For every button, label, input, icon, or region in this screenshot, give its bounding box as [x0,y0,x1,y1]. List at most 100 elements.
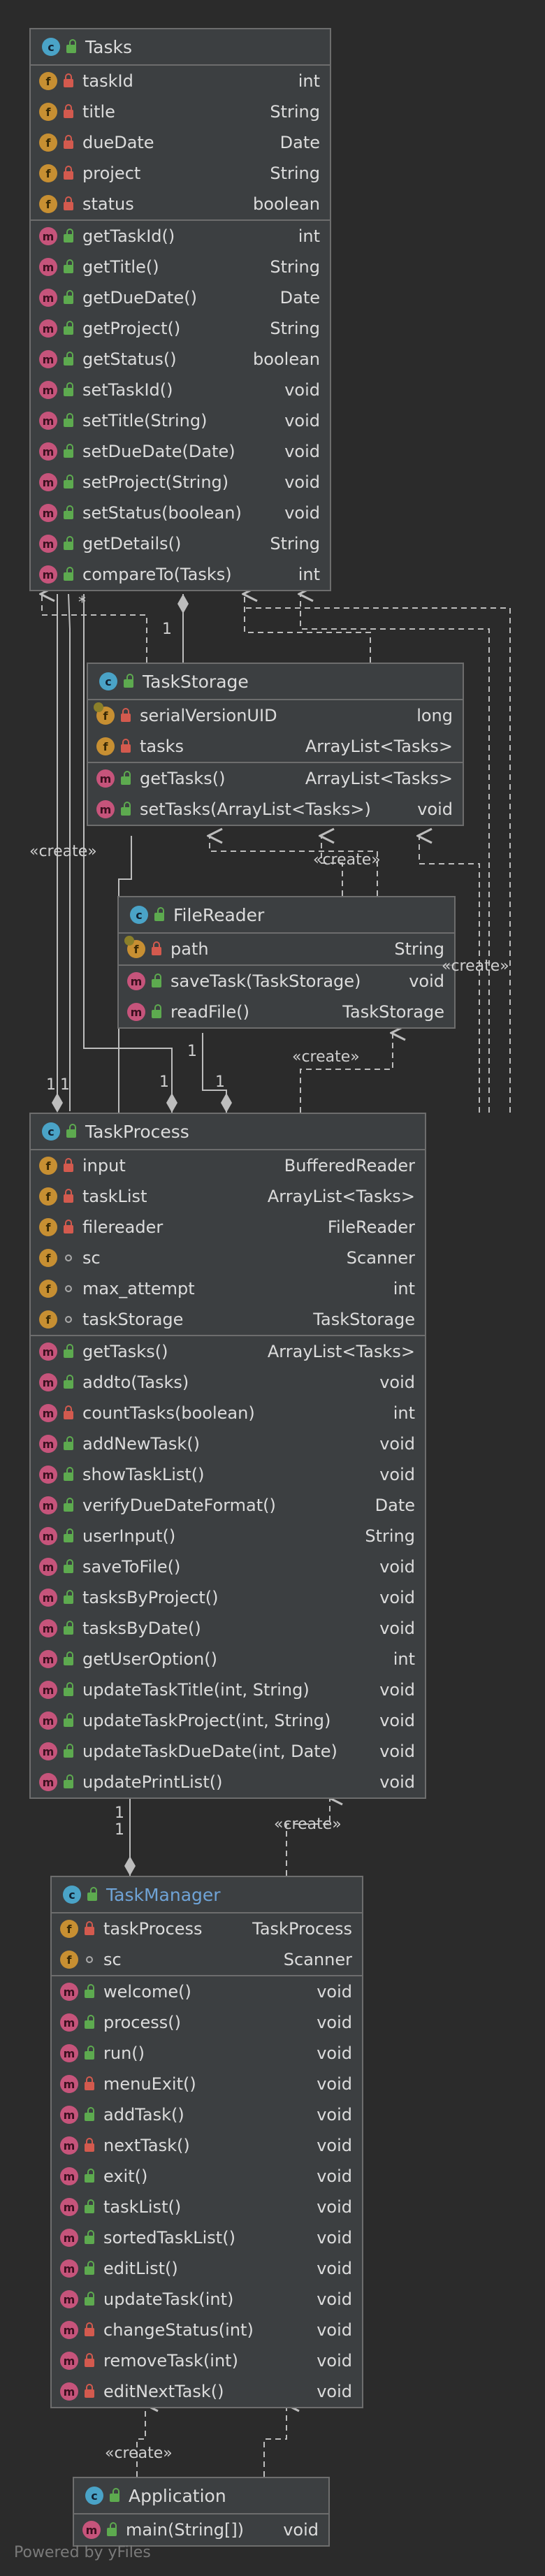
method-row[interactable]: m taskList() void [52,2192,362,2222]
method-row[interactable]: m getTasks() ArrayList<Tasks> [31,1336,425,1367]
method-row[interactable]: m updatePrintList() void [31,1767,425,1797]
class-header[interactable]: c Tasks [31,29,330,66]
method-row[interactable]: m removeTask(int) void [52,2345,362,2376]
field-row[interactable]: f dueDate Date [31,127,330,158]
method-row[interactable]: m run() void [52,2038,362,2069]
method-return-type: ArrayList<Tasks> [305,769,453,788]
method-row[interactable]: m addto(Tasks) void [31,1367,425,1398]
field-row[interactable]: f status boolean [31,189,330,219]
diamond-manager-process [124,1856,136,1876]
field-row[interactable]: f serialVersionUID long [88,700,463,731]
method-row[interactable]: m welcome() void [52,1976,362,2007]
class-filereader[interactable]: c FileReader f path String m saveTask(TaskStor… [117,896,456,1029]
method-row[interactable]: m showTaskList() void [31,1459,425,1490]
method-icon: m [39,1435,57,1453]
method-row[interactable]: m editNextTask() void [52,2376,362,2407]
method-row[interactable]: m setTitle(String) void [31,405,330,436]
class-header[interactable]: c FileReader [119,897,454,934]
method-row[interactable]: m getStatus() boolean [31,344,330,375]
method-return-type: String [270,534,320,553]
method-name: setTasks(ArrayList<Tasks>) [140,799,371,819]
edge-label-create: «create» [29,843,97,860]
class-taskprocess[interactable]: c TaskProcess f input BufferedReader f taskLis… [29,1113,426,1799]
method-row[interactable]: m getProject() String [31,313,330,344]
class-icon: c [99,672,117,690]
method-icon: m [60,2167,78,2185]
method-row[interactable]: m updateTaskDueDate(int, Date) void [31,1736,425,1767]
method-row[interactable]: m setStatus(boolean) void [31,498,330,528]
method-row[interactable]: m updateTaskTitle(int, String) void [31,1674,425,1705]
method-row[interactable]: m changeStatus(int) void [52,2315,362,2345]
public-unlock-icon [61,1436,75,1451]
field-type: TaskStorage [313,1310,415,1329]
method-name: addTask() [103,2105,184,2125]
public-unlock-icon [82,2261,96,2275]
field-row[interactable]: f sc Scanner [31,1243,425,1273]
method-row[interactable]: m compareTo(Tasks) int [31,559,330,590]
method-row[interactable]: m addNewTask() void [31,1428,425,1459]
method-row[interactable]: m userInput() String [31,1521,425,1551]
method-row[interactable]: m setTasks(ArrayList<Tasks>) void [88,794,463,825]
class-header[interactable]: c TaskProcess [31,1114,425,1150]
method-icon: m [60,2229,78,2247]
field-row[interactable]: f taskStorage TaskStorage [31,1304,425,1335]
method-row[interactable]: m readFile() TaskStorage [119,997,454,1027]
package-visibility-icon [61,1312,75,1326]
class-application[interactable]: c Application m main(String[]) void [73,2477,330,2547]
field-row[interactable]: f tasks ArrayList<Tasks> [88,731,463,762]
field-row[interactable]: f title String [31,96,330,127]
method-row[interactable]: m setTaskId() void [31,375,330,405]
class-taskmanager[interactable]: c TaskManager f taskProcess TaskProcess f sc Sc… [50,1876,363,2408]
method-row[interactable]: m saveToFile() void [31,1551,425,1582]
field-row[interactable]: f max_attempt int [31,1273,425,1304]
method-row[interactable]: m countTasks(boolean) int [31,1398,425,1428]
field-row[interactable]: f sc Scanner [52,1944,362,1975]
field-row[interactable]: f path String [119,934,454,964]
method-row[interactable]: m verifyDueDateFormat() Date [31,1490,425,1521]
method-row[interactable]: m getTasks() ArrayList<Tasks> [88,763,463,794]
method-row[interactable]: m setDueDate(Date) void [31,436,330,467]
method-return-type: void [379,1742,415,1761]
class-header[interactable]: c TaskManager [52,1877,362,1913]
field-name: title [82,102,115,122]
method-row[interactable]: m updateTask(int) void [52,2284,362,2315]
method-icon: m [96,800,115,818]
method-row[interactable]: m addTask() void [52,2099,362,2130]
class-header[interactable]: c Application [74,2478,328,2515]
method-row[interactable]: m getUserOption() int [31,1644,425,1674]
method-row[interactable]: m saveTask(TaskStorage) void [119,966,454,997]
field-row[interactable]: f project String [31,158,330,189]
edge-label-create: «create» [292,1048,360,1066]
method-row[interactable]: m editList() void [52,2253,362,2284]
class-header[interactable]: c TaskStorage [88,664,463,700]
field-icon: f [39,1249,57,1267]
method-row[interactable]: m nextTask() void [52,2130,362,2161]
method-row[interactable]: m updateTaskProject(int, String) void [31,1705,425,1736]
field-row[interactable]: f filereader FileReader [31,1212,425,1243]
field-row[interactable]: f input BufferedReader [31,1150,425,1181]
method-row[interactable]: m getTitle() String [31,252,330,282]
field-row[interactable]: f taskList ArrayList<Tasks> [31,1181,425,1212]
method-name: nextTask() [103,2136,190,2155]
class-tasks[interactable]: c Tasks f taskId int f title String f dueDate Date… [29,28,331,591]
method-row[interactable]: m menuExit() void [52,2069,362,2099]
method-row[interactable]: m sortedTaskList() void [52,2222,362,2253]
method-row[interactable]: m tasksByProject() void [31,1582,425,1613]
class-taskstorage[interactable]: c TaskStorage f serialVersionUID long f tasks A… [87,663,464,826]
method-row[interactable]: m main(String[]) void [74,2515,328,2545]
public-unlock-icon [61,536,75,551]
method-name: updateTaskProject(int, String) [82,1711,331,1730]
method-row[interactable]: m getDueDate() Date [31,282,330,313]
method-row[interactable]: m getTaskId() int [31,221,330,252]
method-icon: m [127,972,145,990]
method-row[interactable]: m process() void [52,2007,362,2038]
field-row[interactable]: f taskProcess TaskProcess [52,1913,362,1944]
method-icon: m [60,2106,78,2124]
method-row[interactable]: m getDetails() String [31,528,330,559]
method-row[interactable]: m tasksByDate() void [31,1613,425,1644]
method-row[interactable]: m exit() void [52,2161,362,2192]
method-row[interactable]: m setProject(String) void [31,467,330,498]
field-row[interactable]: f taskId int [31,66,330,96]
method-name: compareTo(Tasks) [82,565,232,584]
methods-section: m main(String[]) void [74,2515,328,2545]
